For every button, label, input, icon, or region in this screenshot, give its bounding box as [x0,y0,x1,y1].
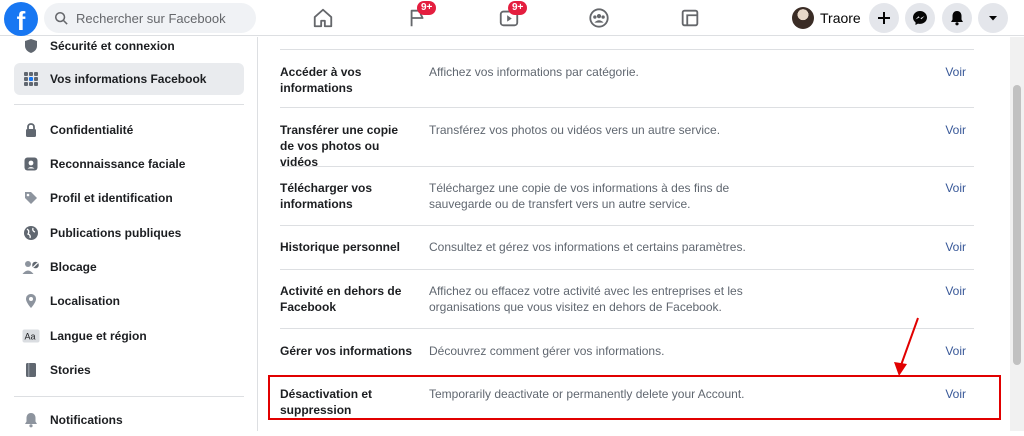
gaming-tab[interactable] [675,4,705,32]
sidebar-item-stories[interactable]: Stories [14,354,244,386]
row-title: Gérer vos informations [280,344,413,358]
search-input[interactable] [76,10,246,26]
settings-row: Télécharger vos informations Téléchargez… [280,166,974,224]
caret-down-icon [989,16,997,21]
pages-notification-badge: 9+ [417,1,437,15]
view-link[interactable]: Voir [945,343,966,359]
annotation-arrow [894,317,919,376]
search-box[interactable] [44,3,256,33]
view-link[interactable]: Voir [945,283,966,299]
search-icon [54,11,68,25]
shield-icon [22,37,40,55]
sidebar-item-notifications[interactable]: Notifications [14,404,244,436]
sidebar-item-label: Vos informations Facebook [50,72,207,86]
sidebar-item-label: Profil et identification [50,191,173,205]
sidebar-item-label: Localisation [50,294,121,308]
scrollbar-thumb[interactable] [1013,85,1021,365]
notifications-button[interactable] [942,3,972,33]
bell-icon [22,411,40,429]
sidebar-item-langue[interactable]: Aa Langue et région [14,320,244,352]
sidebar-item-reconnaissance-faciale[interactable]: Reconnaissance faciale [14,148,244,180]
settings-row: Historique personnel Consultez et gérez … [280,225,974,268]
account-menu-button[interactable] [978,3,1008,33]
profile-name: Traore [820,10,861,26]
profile-shortcut[interactable]: Traore [792,4,861,32]
face-icon [22,155,40,173]
sidebar-item-vos-informations[interactable]: Vos informations Facebook [14,63,244,95]
sidebar-item-profil[interactable]: Profil et identification [14,182,244,214]
sidebar-item-localisation[interactable]: Localisation [14,285,244,317]
row-description: Transférez vos photos ou vidéos vers un … [429,123,721,137]
home-tab[interactable] [308,4,338,32]
sidebar-item-securite[interactable]: Sécurité et connexion [14,30,244,62]
sidebar-item-blocage[interactable]: Blocage [14,251,244,283]
view-link[interactable]: Voir [945,180,966,196]
bell-icon [951,11,963,26]
settings-row: Accéder à vos informations Affichez vos … [280,49,974,106]
messenger-button[interactable] [905,3,935,33]
row-description: Découvrez comment gérer vos informations… [429,344,665,358]
groups-tab[interactable] [584,4,614,32]
row-description: Affichez ou effacez votre activité avec … [429,284,743,314]
highlight-annotation-box [268,375,1001,420]
svg-text:Aa: Aa [25,332,36,342]
settings-row: Transférer une copie de vos photos ou vi… [280,107,974,169]
sidebar-item-publications[interactable]: Publications publiques [14,217,244,249]
sidebar-divider [14,396,244,397]
sidebar-item-label: Blocage [50,260,97,274]
sidebar-item-label: Reconnaissance faciale [50,157,186,171]
sidebar-item-label: Sécurité et connexion [50,39,175,53]
view-link[interactable]: Voir [945,122,966,138]
row-title: Transférer une copie de vos photos ou vi… [280,123,399,169]
watch-tab[interactable]: 9+ [494,1,528,32]
sidebar-divider [14,104,244,105]
groups-icon [589,8,609,28]
sidebar-item-confidentialite[interactable]: Confidentialité [14,114,244,146]
grid-icon [22,70,40,88]
avatar [792,7,814,29]
view-link[interactable]: Voir [945,239,966,255]
gaming-icon [681,9,699,27]
row-description: Consultez et gérez vos informations et c… [429,240,746,254]
tag-icon [22,189,40,207]
view-link[interactable]: Voir [945,64,966,80]
create-button[interactable] [869,3,899,33]
settings-row: Activité en dehors de Facebook Affichez … [280,269,974,327]
globe-icon [22,224,40,242]
location-pin-icon [22,292,40,310]
sidebar-item-label: Stories [50,363,91,377]
sidebar-item-label: Notifications [50,413,123,427]
row-title: Historique personnel [280,240,401,254]
block-user-icon [22,258,40,276]
pages-tab[interactable]: 9+ [403,1,437,32]
plus-icon [878,12,890,24]
row-title: Activité en dehors de Facebook [280,284,402,314]
settings-sidebar: Sécurité et connexion Vos informations F… [0,37,258,431]
sidebar-item-label: Publications publiques [50,226,182,240]
row-title: Accéder à vos informations [280,65,362,95]
sidebar-item-label: Confidentialité [50,123,134,137]
sidebar-item-label: Langue et région [50,329,147,343]
book-icon [22,361,40,379]
messenger-icon [913,11,927,25]
row-description: Affichez vos informations par catégorie. [429,65,639,79]
lock-icon [22,121,40,139]
settings-row: Gérer vos informations Découvrez comment… [280,328,974,374]
row-description: Téléchargez une copie de vos information… [429,181,730,211]
language-icon: Aa [22,327,40,345]
row-title: Télécharger vos informations [280,181,373,211]
home-icon [313,8,333,28]
vertical-scrollbar[interactable] [1010,37,1024,431]
watch-notification-badge: 9+ [508,1,528,15]
